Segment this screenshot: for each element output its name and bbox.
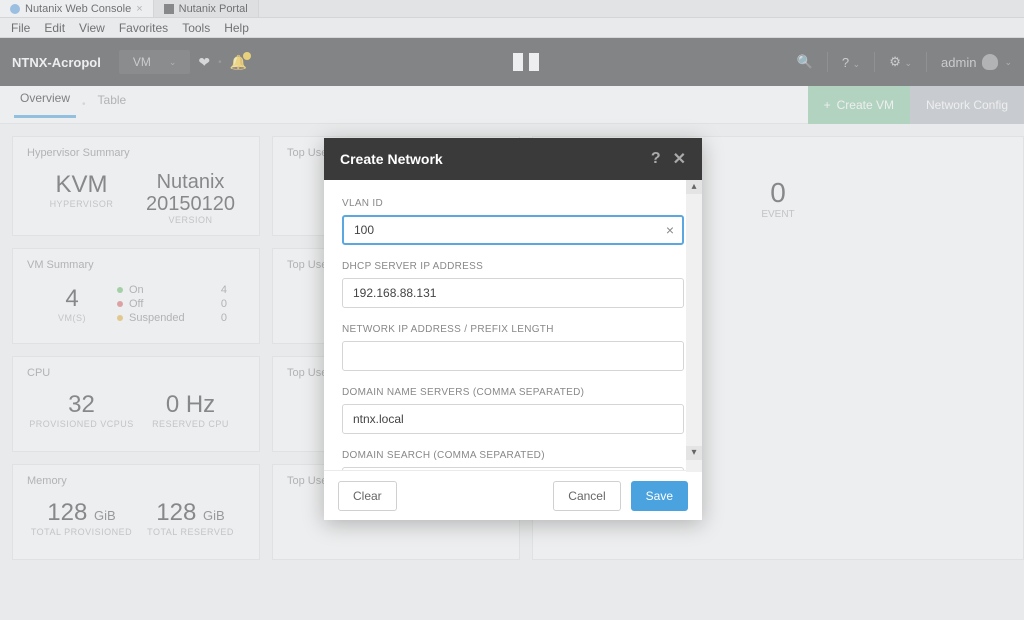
scroll-track[interactable]: [686, 194, 702, 446]
cancel-button[interactable]: Cancel: [553, 481, 620, 511]
modal-scrollbar[interactable]: ▴ ▾: [686, 180, 702, 472]
dns-label: DOMAIN NAME SERVERS (COMMA SEPARATED): [342, 387, 684, 398]
clear-button[interactable]: Clear: [338, 481, 397, 511]
dns-input[interactable]: [342, 404, 684, 434]
network-input[interactable]: [342, 341, 684, 371]
network-label: NETWORK IP ADDRESS / PREFIX LENGTH: [342, 324, 684, 335]
domain-search-label: DOMAIN SEARCH (COMMA SEPARATED): [342, 450, 684, 461]
modal-title: Create Network: [340, 151, 443, 167]
save-button[interactable]: Save: [631, 481, 688, 511]
modal-body: VLAN ID × DHCP SERVER IP ADDRESS NETWORK…: [324, 180, 702, 470]
scroll-down-icon[interactable]: ▾: [686, 446, 702, 460]
domain-search-input[interactable]: [342, 467, 684, 470]
scroll-up-icon[interactable]: ▴: [686, 180, 702, 194]
dhcp-label: DHCP SERVER IP ADDRESS: [342, 261, 684, 272]
help-icon[interactable]: ?: [651, 150, 661, 168]
clear-input-icon[interactable]: ×: [666, 222, 674, 238]
dhcp-input[interactable]: [342, 278, 684, 308]
vlan-id-label: VLAN ID: [342, 198, 684, 209]
close-icon[interactable]: ✕: [673, 149, 686, 169]
modal-header: Create Network ? ✕: [324, 138, 702, 180]
create-network-modal: Create Network ? ✕ VLAN ID × DHCP SERVER…: [324, 138, 702, 520]
vlan-id-input[interactable]: [342, 215, 684, 245]
modal-footer: Clear Cancel Save: [324, 470, 702, 520]
